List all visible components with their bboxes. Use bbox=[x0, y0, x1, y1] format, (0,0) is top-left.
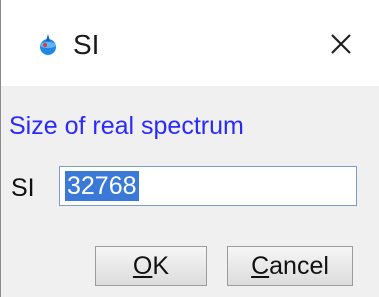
cancel-mnemonic: C bbox=[251, 252, 270, 280]
title-bar[interactable]: SI bbox=[1, 0, 379, 86]
ok-mnemonic: O bbox=[132, 252, 153, 280]
ok-label-rest: K bbox=[152, 252, 170, 280]
dialog-body: Size of real spectrum SI 32768 OK Cancel bbox=[1, 86, 379, 297]
topspin-app-icon bbox=[40, 34, 56, 55]
close-icon[interactable] bbox=[323, 26, 359, 62]
dialog-window: SI Size of real spectrum SI 32768 OK Can… bbox=[0, 0, 379, 297]
si-input[interactable]: 32768 bbox=[59, 166, 357, 206]
si-input-value[interactable]: 32768 bbox=[65, 171, 139, 201]
window-title: SI bbox=[73, 29, 100, 60]
cancel-button[interactable]: Cancel bbox=[227, 246, 353, 286]
ok-button[interactable]: OK bbox=[95, 246, 207, 286]
si-field-label: SI bbox=[11, 174, 35, 202]
cancel-label-rest: ancel bbox=[269, 252, 329, 280]
parameter-description: Size of real spectrum bbox=[9, 112, 244, 140]
